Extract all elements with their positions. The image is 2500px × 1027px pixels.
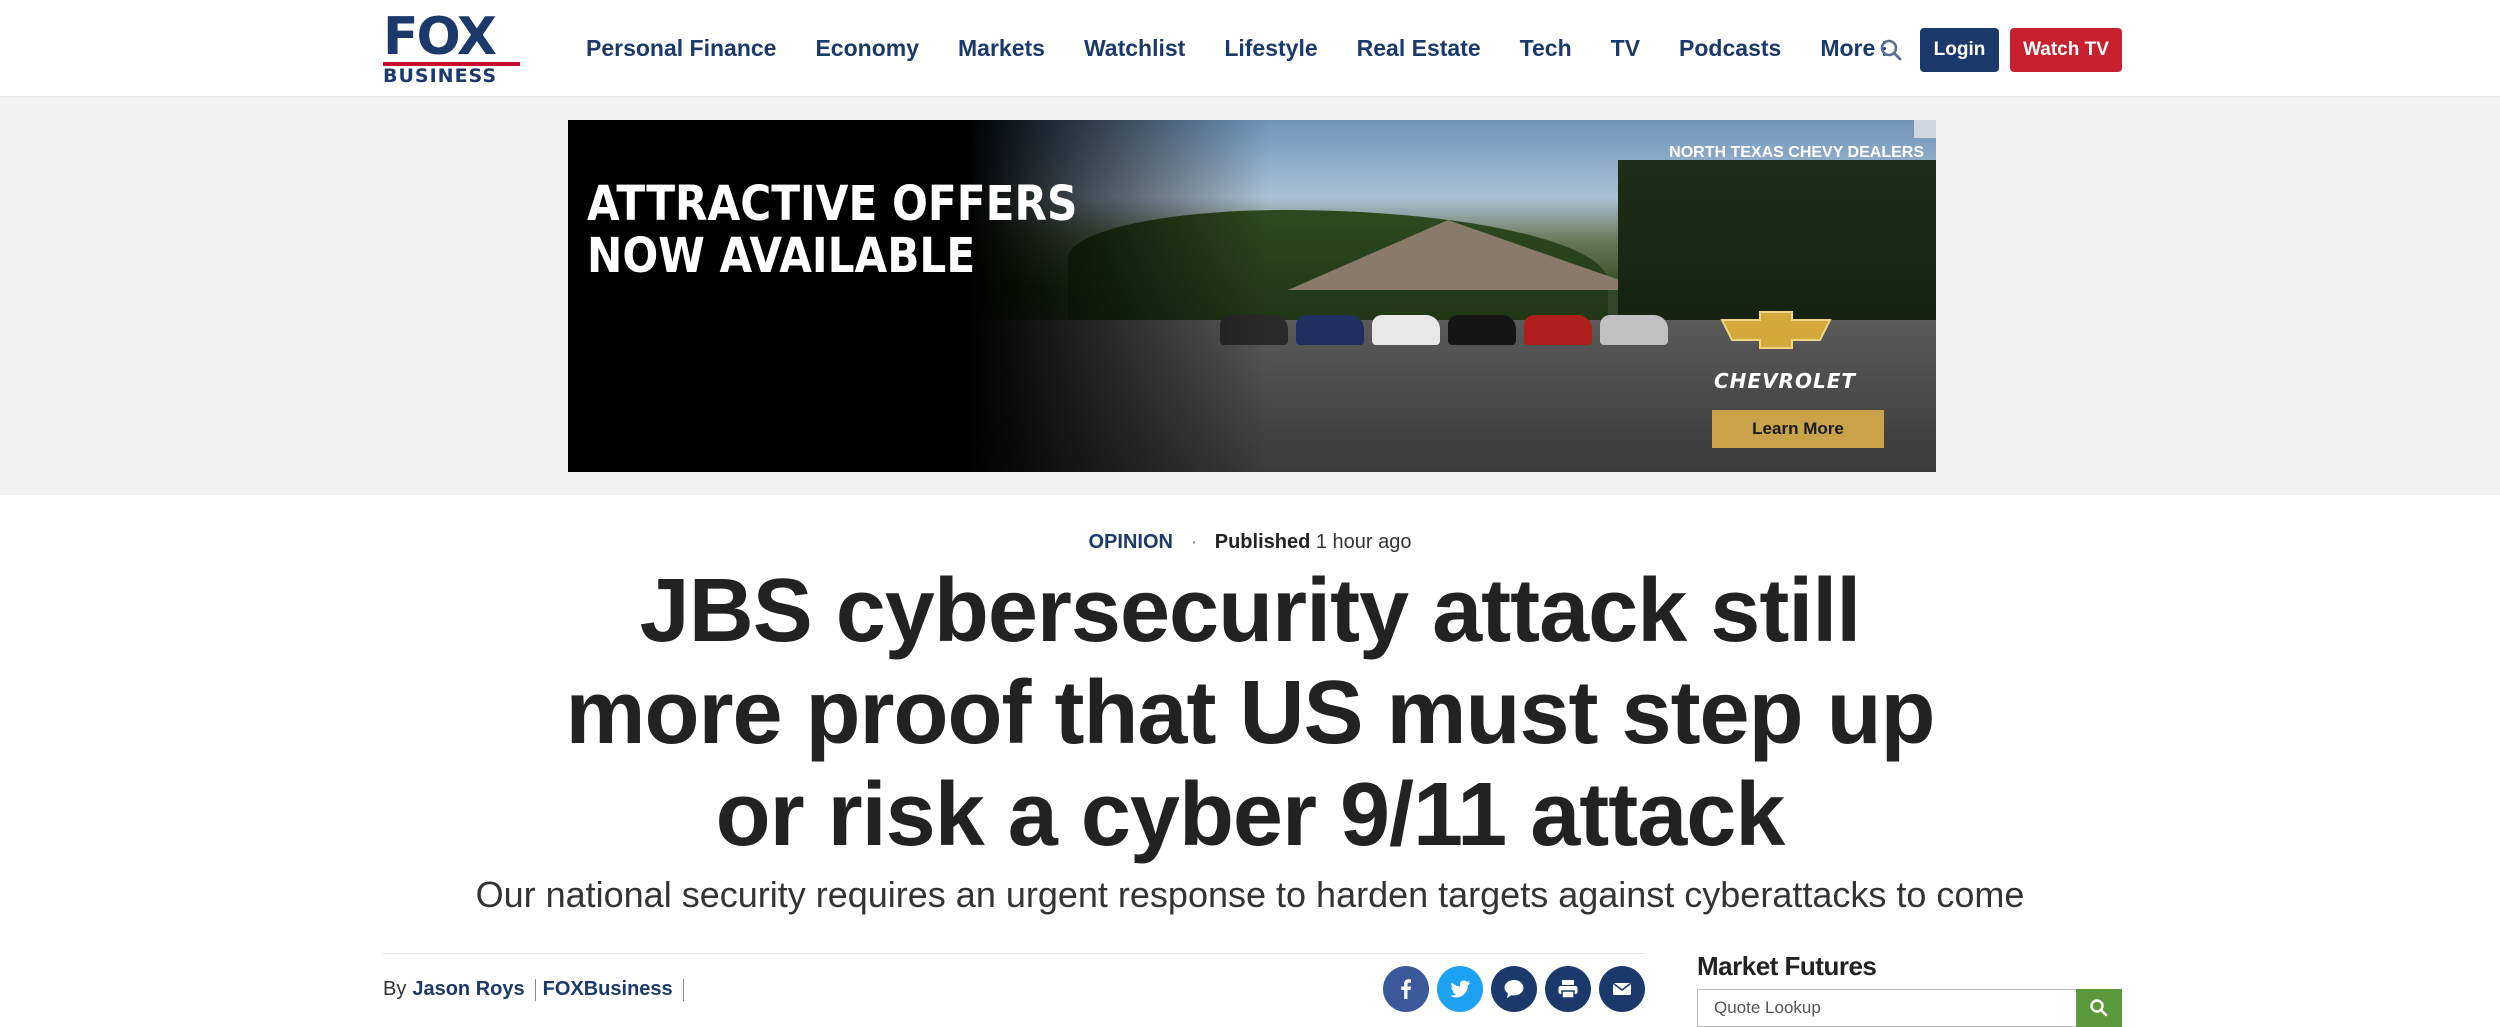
ad-dealer-text: NORTH TEXAS CHEVY DEALERS <box>1669 144 1924 161</box>
login-button[interactable]: Login <box>1920 28 1999 72</box>
nav-economy[interactable]: Economy <box>815 35 919 62</box>
market-futures-title: Market Futures <box>1697 951 1877 981</box>
nav-tv[interactable]: TV <box>1611 35 1640 62</box>
source-link[interactable]: FOXBusiness <box>543 978 673 1001</box>
byline-separator <box>534 978 536 1001</box>
nav-lifestyle[interactable]: Lifestyle <box>1224 35 1317 62</box>
logo-business-text: BUSINESS <box>383 65 498 87</box>
ad-car <box>1448 315 1516 345</box>
watch-tv-button[interactable]: Watch TV <box>2010 28 2122 72</box>
email-icon[interactable] <box>1599 966 1645 1012</box>
twitter-icon[interactable] <box>1437 966 1483 1012</box>
main-nav: Personal Finance Economy Markets Watchli… <box>586 30 1925 66</box>
chevrolet-bowtie-icon <box>1720 311 1832 349</box>
logo-fox-text: FOX <box>383 7 497 67</box>
ad-brand-name: CHEVROLET <box>1714 369 1857 393</box>
ad-fade-overlay <box>968 120 1268 472</box>
search-icon <box>2090 999 2108 1017</box>
ad-choices-icon[interactable] <box>1914 120 1936 138</box>
ad-banner-area: ATTRACTIVE OFFERS NOW AVAILABLE NORTH TE… <box>0 97 2500 495</box>
ad-headline-line1: ATTRACTIVE OFFERS <box>587 176 1078 232</box>
print-icon[interactable] <box>1545 966 1591 1012</box>
article-category[interactable]: OPINION <box>1088 531 1172 553</box>
byline: By Jason Roys FOXBusiness <box>383 978 691 1001</box>
ad-headline-line2: NOW AVAILABLE <box>587 228 976 284</box>
divider <box>383 953 1645 954</box>
fox-business-logo[interactable]: FOX BUSINESS <box>383 7 520 86</box>
nav-watchlist[interactable]: Watchlist <box>1084 35 1185 62</box>
nav-tech[interactable]: Tech <box>1520 35 1572 62</box>
comment-icon[interactable] <box>1491 966 1537 1012</box>
article-headline: JBS cybersecurity attack still more proo… <box>565 561 1935 865</box>
search-icon[interactable] <box>1879 38 1903 62</box>
nav-personal-finance[interactable]: Personal Finance <box>586 35 776 62</box>
author-link[interactable]: Jason Roys <box>412 978 524 1001</box>
nav-more-menu[interactable]: More <box>1820 34 1887 62</box>
article-meta: OPINION · Published 1 hour ago <box>0 531 2500 554</box>
ad-learn-more-button[interactable]: Learn More <box>1712 410 1884 448</box>
quote-search-button[interactable] <box>2076 989 2122 1027</box>
ad-mountain <box>1288 220 1648 290</box>
nav-more-label: More <box>1820 34 1876 61</box>
article-subheadline: Our national security requires an urgent… <box>475 874 2025 915</box>
published-label: Published <box>1214 531 1311 553</box>
meta-separator: · <box>1190 531 1198 553</box>
ad-car <box>1296 315 1364 345</box>
nav-real-estate[interactable]: Real Estate <box>1357 35 1481 62</box>
ad-car <box>1524 315 1592 345</box>
by-label: By <box>383 978 407 1000</box>
ad-car <box>1372 315 1440 345</box>
ad-headline: ATTRACTIVE OFFERS NOW AVAILABLE <box>587 178 1077 282</box>
quote-lookup-input[interactable] <box>1697 989 2076 1027</box>
chevrolet-ad[interactable]: ATTRACTIVE OFFERS NOW AVAILABLE NORTH TE… <box>568 120 1936 472</box>
byline-separator <box>682 978 684 1001</box>
facebook-icon[interactable] <box>1383 966 1429 1012</box>
share-tools <box>1383 966 1645 1012</box>
site-header: FOX BUSINESS Personal Finance Economy Ma… <box>0 0 2500 97</box>
ad-car <box>1600 315 1668 345</box>
nav-podcasts[interactable]: Podcasts <box>1679 35 1781 62</box>
nav-markets[interactable]: Markets <box>958 35 1045 62</box>
published-time: 1 hour ago <box>1315 531 1412 553</box>
